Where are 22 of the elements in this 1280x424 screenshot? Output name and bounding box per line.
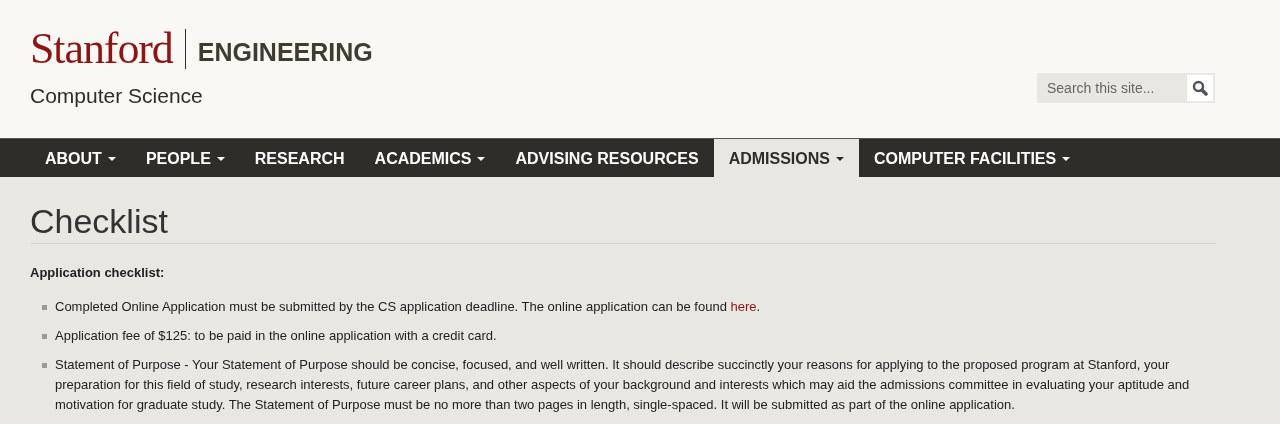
nav-tab[interactable]: ADMISSIONS: [713, 139, 859, 178]
site-name[interactable]: Computer Science: [30, 80, 373, 112]
link[interactable]: here: [730, 298, 757, 314]
bullet-icon: [42, 333, 47, 339]
bullet-icon: [42, 362, 47, 368]
search-icon: [1192, 80, 1208, 96]
bullet-icon: [42, 304, 47, 310]
search-field[interactable]: Search this site...: [1037, 73, 1185, 103]
nav-tab[interactable]: PEOPLE: [130, 139, 240, 178]
checklist-item: Application fee of $125: to be paid in the online application with a credit card.: [55, 326, 497, 345]
page-title: Checklist: [30, 201, 169, 242]
nav-tab[interactable]: RESEARCH: [239, 139, 360, 178]
checklist-heading: Application checklist:: [30, 264, 166, 282]
logo-unit: ENGINEERING: [197, 37, 373, 68]
search-button[interactable]: [1185, 73, 1215, 103]
nav-tab[interactable]: ABOUT: [30, 139, 131, 178]
nav-tab[interactable]: ACADEMICS: [359, 139, 501, 178]
nav-tab[interactable]: ADVISING RESOURCES: [500, 139, 714, 178]
checklist-item: Completed Online Application must be submitted by the CS application deadline. The online application can be found here.: [55, 297, 761, 316]
checklist-item: Statement of Purpose - Your Statement of Purpose should be concise, focused, and well written. It should describe succinctly your reasons for applying to the proposed program at Stanford, your preparation for this field of study, research interests, future career plans, and other aspects of your background and interests which may aid the admissions committee in evaluating your aptitude and motivation for graduate study. The Statement of Purpose must be no more than two pages in length, single-spaced. It will be submitted as part of the online application.: [55, 355, 1191, 414]
logo-wordmark[interactable]: Stanford: [30, 27, 173, 71]
nav-tab[interactable]: COMPUTER FACILITIES: [858, 139, 1086, 178]
